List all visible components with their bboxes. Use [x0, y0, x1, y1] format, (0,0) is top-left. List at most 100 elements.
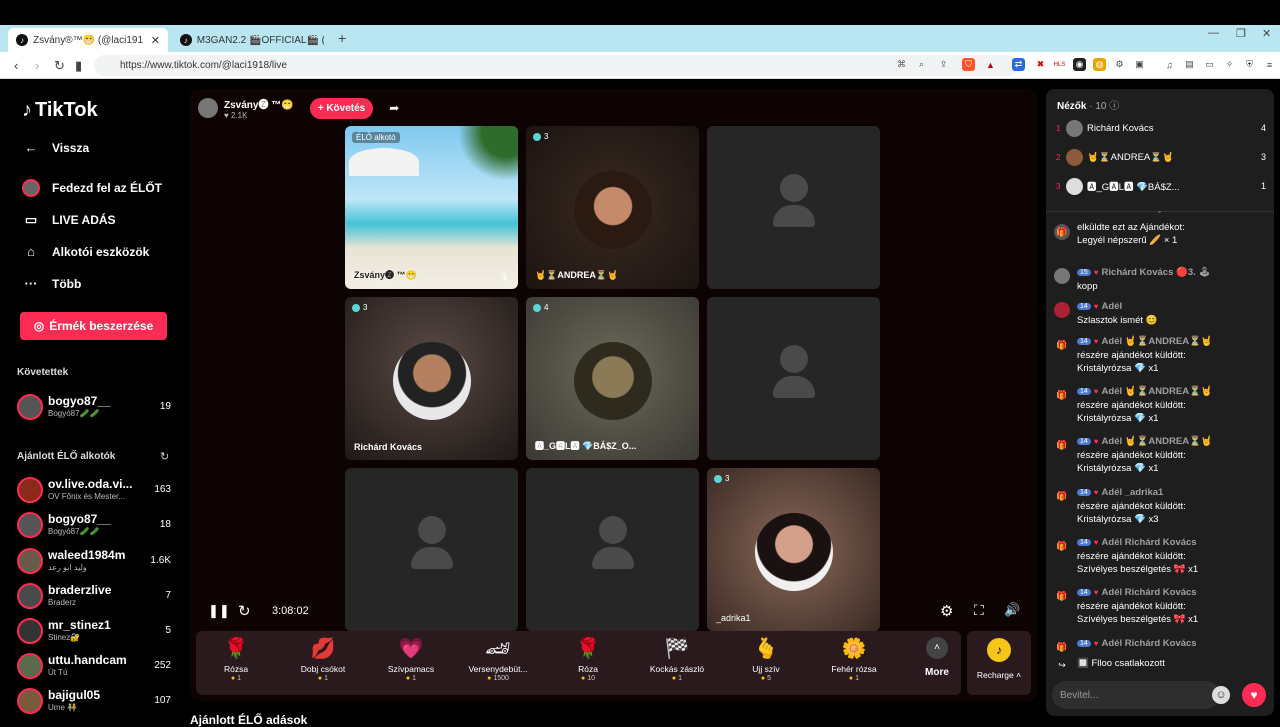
chat-input[interactable]: Bevitel... — [1052, 681, 1220, 709]
settings-icon[interactable]: ⚙ — [940, 602, 953, 620]
gift-item[interactable]: 🌼 Fehér rózsa1 — [814, 637, 894, 693]
recommended-account[interactable]: mr_stinez1 Stinez🔐 5 — [17, 616, 175, 648]
sidebar-icon[interactable]: ▤ — [1183, 58, 1196, 71]
gift-item[interactable]: 💋 Dobj csókot1 — [283, 637, 363, 693]
fullscreen-icon[interactable]: ⛶ — [974, 602, 984, 619]
extension-icon[interactable]: ✖ — [1034, 58, 1047, 71]
recommended-account[interactable]: uttu.handcam Út Tú 252 — [17, 651, 175, 683]
sender-name[interactable]: Adél 🤘⏳ANDREA⏳🤘 — [1102, 336, 1213, 347]
gift-item[interactable]: 🌹 Róza10 — [548, 637, 628, 693]
extension-icon[interactable]: ⚙ — [1113, 58, 1126, 71]
recommended-account[interactable]: braderzlive Braderz 7 — [17, 581, 175, 613]
extension-icon[interactable]: ◍ — [1093, 58, 1106, 71]
guest-cell-host[interactable]: ÉLŐ alkotó Zsvány🅩 ™😁 🎙 — [345, 126, 518, 289]
empty-seat[interactable] — [707, 126, 880, 289]
heart-puff-icon: 💗 — [398, 638, 424, 660]
gift-item[interactable]: 💗 Szívpamacs1 — [371, 637, 451, 693]
translate-icon[interactable]: ⌘ — [895, 58, 908, 71]
nav-creator-tools[interactable]: ⌂ Alkotói eszközök — [22, 244, 149, 259]
info-icon[interactable]: ⓘ — [1109, 101, 1119, 112]
sender-name[interactable]: Adél Richárd Kovács — [1102, 537, 1197, 548]
nav-go-live[interactable]: ▭ LIVE ADÁS — [22, 212, 116, 228]
follow-button[interactable]: + Követés — [309, 97, 374, 119]
gift-name: Versenydebüt... — [468, 664, 528, 674]
nav-label: Fedezd fel az ÉLŐT — [52, 181, 163, 195]
viewer-count: 163 — [154, 484, 171, 495]
host-name[interactable]: Zsvány🅩 ™😁 — [224, 96, 294, 111]
new-tab-icon[interactable]: + — [338, 30, 346, 46]
guest-badge: 3 — [714, 474, 729, 483]
recommended-account[interactable]: bogyo87__ Bogyó87🥒🥒 18 — [17, 510, 175, 542]
avatar — [1066, 177, 1083, 195]
volume-icon[interactable]: 🔊 — [1004, 602, 1020, 618]
back-icon[interactable]: ‹ — [14, 58, 18, 73]
browser-tab-active[interactable]: ♪ Zsvány®™😁 (@laci1918) É... ✕ — [8, 28, 168, 52]
sender-name[interactable]: Adél 🤘⏳ANDREA⏳🤘 — [1102, 386, 1213, 397]
more-gifts-button[interactable]: ˄ More — [917, 637, 957, 678]
media-icon[interactable]: ♫ — [1163, 58, 1176, 71]
gem-icon — [714, 474, 722, 483]
zoom-icon[interactable]: ⌕ — [915, 58, 928, 71]
extension-icon[interactable]: ▣ — [1133, 58, 1146, 71]
get-coins-button[interactable]: ◎ Érmék beszerzése — [20, 312, 167, 340]
emoji-icon[interactable]: ☺ — [1212, 686, 1230, 704]
tiktok-logo[interactable]: ♪ TikTok — [22, 99, 98, 122]
gift-item[interactable]: 🏁 Kockás zászló1 — [637, 637, 717, 693]
extension-icon[interactable]: ◉ — [1073, 58, 1086, 71]
gift-item[interactable]: 🌹 Rózsa1 — [196, 637, 276, 693]
gift-item[interactable]: 🫰 Ujj szív5 — [726, 637, 806, 693]
recommended-account[interactable]: ov.live.oda.vi... OV Főnix és Mester... … — [17, 475, 175, 507]
empty-seat[interactable] — [707, 297, 880, 460]
pause-icon[interactable]: ❚❚ — [208, 603, 230, 619]
top-viewer-row[interactable]: 3 🅰_G🅰L🅰 💎BÁ$Z... 1 — [1056, 176, 1266, 196]
recommended-account[interactable]: bajigul05 Ume 🧑‍🤝‍🧑 107 — [17, 686, 175, 718]
menu-icon[interactable]: ≡ — [1263, 58, 1276, 71]
vpn-icon[interactable]: ⛨ — [1243, 58, 1256, 71]
close-window-icon[interactable]: ✕ — [1262, 27, 1271, 40]
following-account[interactable]: bogyo87__ Bogyó87🥒🥒 19 — [17, 392, 175, 424]
nav-back[interactable]: ← Vissza — [22, 140, 90, 155]
extension-icon[interactable]: ⇄ — [1012, 58, 1025, 71]
maximize-icon[interactable]: ❐ — [1236, 27, 1246, 40]
minimize-icon[interactable]: — — [1208, 27, 1219, 39]
extensions-icon[interactable]: ✧ — [1223, 58, 1236, 71]
bookmark-icon[interactable]: ▮ — [75, 58, 82, 74]
top-viewer-row[interactable]: 1 Richárd Kovács 4 — [1056, 118, 1266, 138]
brave-shield-icon[interactable]: ⛉ — [962, 58, 975, 71]
nav-more[interactable]: ··· Több — [22, 276, 82, 291]
recommended-account[interactable]: waleed1984m وليد ابو رعد 1.6K — [17, 546, 175, 578]
sender-name[interactable]: Richárd Kovács 🔴3. 🕹 — [1102, 267, 1211, 278]
reload-icon[interactable]: ↻ — [54, 58, 65, 74]
guest-badge: 3 — [533, 132, 548, 141]
like-heart-button[interactable]: ♥ — [1242, 683, 1266, 707]
nav-explore-live[interactable]: Fedezd fel az ÉLŐT — [22, 179, 162, 197]
sender-name[interactable]: Adél — [1102, 301, 1123, 312]
chevron-down-icon[interactable]: ⌄ — [1156, 206, 1163, 215]
recharge-button[interactable]: ♪ Recharge ˄ — [967, 631, 1031, 695]
refresh-stream-icon[interactable]: ↻ — [238, 602, 251, 620]
viewers-header[interactable]: Nézők · 10 ⓘ — [1057, 97, 1119, 112]
viewer-count: 107 — [154, 695, 171, 706]
sender-name[interactable]: Adél Richárd Kovács — [1102, 587, 1197, 598]
url-field[interactable]: https://www.tiktok.com/@laci1918/live — [94, 55, 1018, 76]
host-avatar[interactable] — [198, 98, 218, 118]
sender-name[interactable]: Adél Richárd Kovács — [1102, 638, 1197, 649]
wallet-icon[interactable]: ▭ — [1203, 58, 1216, 71]
hls-extension-icon[interactable]: HLS — [1053, 58, 1066, 71]
sender-name[interactable]: Adél _adrika1 — [1102, 487, 1164, 498]
top-viewer-row[interactable]: 2 🤘⏳ANDREA⏳🤘 3 — [1056, 147, 1266, 167]
guest-cell[interactable]: 3 🤘⏳ANDREA⏳🤘 — [526, 126, 699, 289]
browser-tab[interactable]: ♪ M3GAN2.2 🎬OFFICIAL🎬 (@m3gan — [172, 28, 332, 52]
sender-name[interactable]: Adél 🤘⏳ANDREA⏳🤘 — [1102, 436, 1213, 447]
brave-rewards-icon[interactable]: ▲ — [984, 58, 997, 71]
close-tab-icon[interactable]: ✕ — [151, 34, 160, 47]
forward-icon[interactable]: › — [35, 58, 39, 73]
gift-item[interactable]: 🏎 Versenydebüt...1500 — [458, 637, 538, 693]
guest-cell[interactable]: 3 Richárd Kovács — [345, 297, 518, 460]
guest-cell[interactable]: 4 🅰_G🅰L🅰 💎BÁ$Z_O... — [526, 297, 699, 460]
viewer-count: 1.6K — [150, 555, 171, 566]
share-page-icon[interactable]: ⇪ — [937, 58, 950, 71]
share-icon[interactable]: ➦ — [389, 101, 399, 115]
refresh-icon[interactable]: ↻ — [160, 450, 169, 463]
coins-label: Érmék beszerzése — [49, 319, 154, 333]
